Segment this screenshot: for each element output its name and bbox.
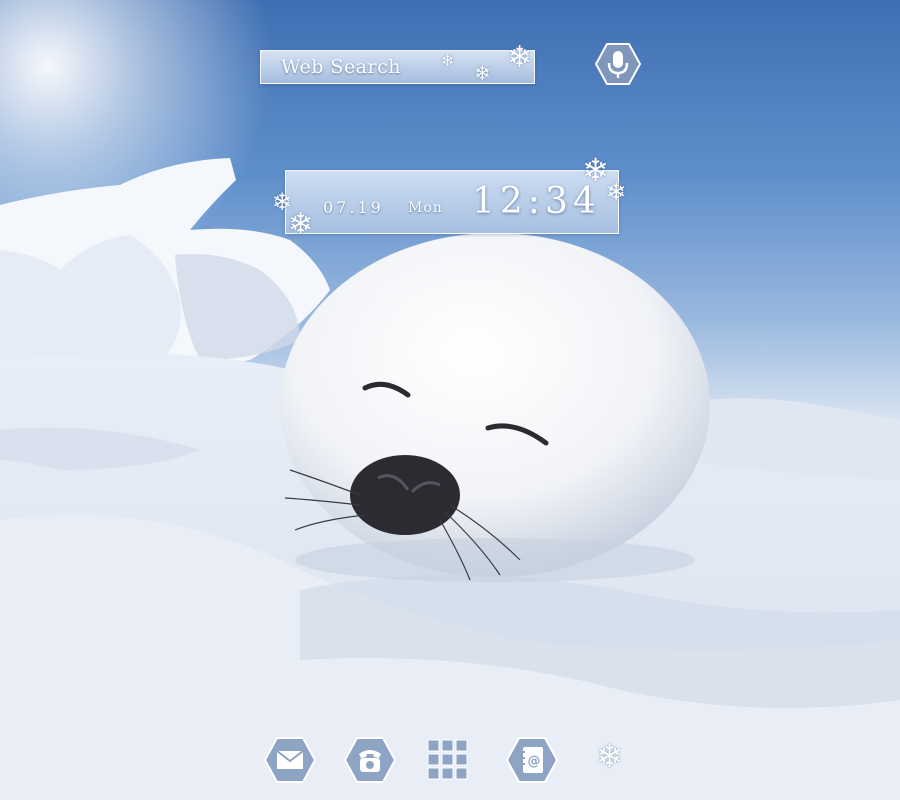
home-screen: Web Search ❄ ❄ ❄ 07.19 Mon 12:34 ❄ ❄ ❄ ❄ [0, 0, 900, 800]
snowflake-icon: ❄ [582, 151, 609, 189]
mail-icon [263, 737, 317, 783]
app-drawer-button[interactable] [426, 738, 470, 782]
snowflake-icon: ❄ [474, 61, 491, 85]
snowflake-icon: ❄ [507, 40, 533, 75]
snowflake-icon: ❄ [606, 178, 627, 206]
phone-icon [343, 737, 397, 783]
snowflake-icon: ❄ [288, 207, 314, 242]
snowflake-theme-button[interactable]: ❄ [596, 740, 632, 780]
clock-day: Mon [408, 200, 443, 216]
mail-button[interactable] [263, 736, 317, 784]
microphone-icon [594, 43, 642, 85]
phone-button[interactable] [343, 736, 397, 784]
web-search-label: Web Search [281, 56, 401, 78]
voice-search-button[interactable] [594, 42, 642, 86]
snowflake-icon: ❄ [441, 51, 455, 70]
snowflake-icon: ❄ [596, 737, 623, 775]
clock-widget[interactable]: 07.19 Mon 12:34 [285, 170, 619, 234]
clock-date: 07.19 [323, 198, 384, 217]
contacts-icon: @ [505, 737, 559, 783]
svg-text:@: @ [528, 754, 541, 769]
contacts-button[interactable]: @ [505, 736, 559, 784]
wallpaper [0, 158, 900, 800]
app-drawer-icon [427, 739, 468, 780]
web-search-bar[interactable]: Web Search ❄ ❄ ❄ [260, 43, 535, 85]
